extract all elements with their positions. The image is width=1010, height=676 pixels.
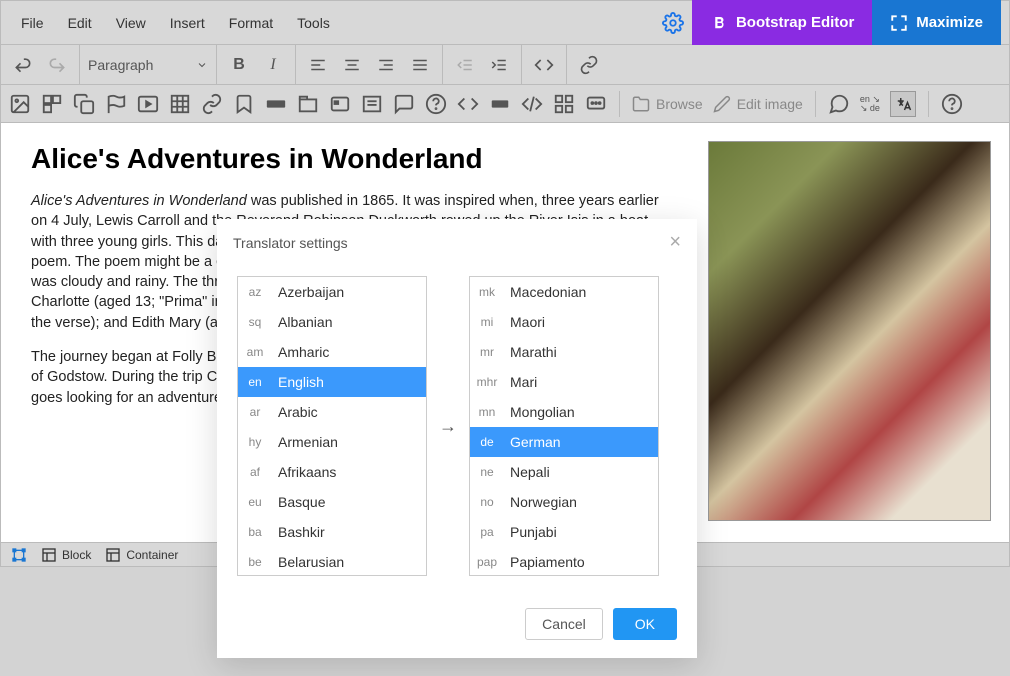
bookmark-icon[interactable] bbox=[233, 93, 255, 115]
lang-option-mk[interactable]: mkMacedonian bbox=[470, 277, 658, 307]
bold-button[interactable]: B bbox=[225, 51, 253, 79]
tabs-icon[interactable] bbox=[297, 93, 319, 115]
status-container[interactable]: Container bbox=[105, 547, 178, 563]
lang-option-am[interactable]: amAmharic bbox=[238, 337, 426, 367]
bootstrap-icon bbox=[710, 14, 728, 32]
menu-file[interactable]: File bbox=[9, 9, 56, 37]
status-block[interactable]: Block bbox=[41, 547, 91, 563]
translator-modal: Translator settings × azAzerbaijansqAlba… bbox=[217, 219, 697, 658]
lang-option-no[interactable]: noNorwegian bbox=[470, 487, 658, 517]
content-image[interactable] bbox=[708, 141, 991, 521]
folder-icon bbox=[632, 95, 650, 113]
lang-option-af[interactable]: afAfrikaans bbox=[238, 457, 426, 487]
italic-button[interactable]: I bbox=[259, 51, 287, 79]
comment-icon[interactable] bbox=[393, 93, 415, 115]
link-button[interactable] bbox=[575, 51, 603, 79]
gear-icon[interactable] bbox=[662, 12, 684, 34]
toolbar-primary: Paragraph B I bbox=[0, 45, 1010, 85]
undo-button[interactable] bbox=[9, 51, 37, 79]
translator-toggle[interactable] bbox=[890, 91, 916, 117]
modal-title: Translator settings bbox=[233, 235, 348, 251]
container-icon bbox=[105, 547, 121, 563]
menu-format[interactable]: Format bbox=[217, 9, 285, 37]
menu-insert[interactable]: Insert bbox=[158, 9, 217, 37]
button-icon[interactable] bbox=[265, 93, 287, 115]
lang-option-eu[interactable]: euBasque bbox=[238, 487, 426, 517]
table-icon[interactable] bbox=[169, 93, 191, 115]
html-icon[interactable] bbox=[521, 93, 543, 115]
block-format-select[interactable]: Paragraph bbox=[88, 57, 208, 73]
modal-close-button[interactable]: × bbox=[669, 231, 681, 254]
translate-icon bbox=[894, 95, 912, 113]
align-left-button[interactable] bbox=[304, 51, 332, 79]
grid-icon[interactable] bbox=[553, 93, 575, 115]
browse-button[interactable]: Browse bbox=[632, 95, 703, 113]
target-language-list[interactable]: mkMacedonianmiMaorimrMarathimhrMarimnMon… bbox=[469, 276, 659, 576]
chat-icon[interactable] bbox=[828, 93, 850, 115]
align-justify-button[interactable] bbox=[406, 51, 434, 79]
align-right-button[interactable] bbox=[372, 51, 400, 79]
selection-icon[interactable] bbox=[11, 547, 27, 563]
duplicate-icon[interactable] bbox=[73, 93, 95, 115]
embed-icon[interactable] bbox=[457, 93, 479, 115]
menu-tools[interactable]: Tools bbox=[285, 9, 342, 37]
block-format-label: Paragraph bbox=[88, 57, 153, 73]
image-icon[interactable] bbox=[9, 93, 31, 115]
lang-option-de[interactable]: deGerman bbox=[470, 427, 658, 457]
lang-option-mi[interactable]: miMaori bbox=[470, 307, 658, 337]
lang-option-hy[interactable]: hyArmenian bbox=[238, 427, 426, 457]
maximize-label: Maximize bbox=[916, 14, 983, 31]
lang-option-az[interactable]: azAzerbaijan bbox=[238, 277, 426, 307]
redo-button[interactable] bbox=[43, 51, 71, 79]
arrow-icon: → bbox=[439, 416, 457, 437]
source-code-button[interactable] bbox=[530, 51, 558, 79]
lang-option-pa[interactable]: paPunjabi bbox=[470, 517, 658, 547]
chevron-down-icon bbox=[196, 59, 208, 71]
play-icon[interactable] bbox=[137, 93, 159, 115]
maximize-icon bbox=[890, 14, 908, 32]
badge-icon[interactable] bbox=[329, 93, 351, 115]
lang-option-mr[interactable]: mrMarathi bbox=[470, 337, 658, 367]
align-center-button[interactable] bbox=[338, 51, 366, 79]
maximize-button[interactable]: Maximize bbox=[872, 0, 1001, 45]
message-icon[interactable] bbox=[585, 93, 607, 115]
lang-option-ar[interactable]: arArabic bbox=[238, 397, 426, 427]
edit-icon bbox=[713, 95, 731, 113]
chain-icon[interactable] bbox=[201, 93, 223, 115]
cancel-button[interactable]: Cancel bbox=[525, 608, 603, 640]
source-language-list[interactable]: azAzerbaijansqAlbanianamAmharicenEnglish… bbox=[237, 276, 427, 576]
toolbar-secondary: Browse Edit image en ↘ ↘ de bbox=[0, 85, 1010, 123]
lang-option-ne[interactable]: neNepali bbox=[470, 457, 658, 487]
flag-icon[interactable] bbox=[105, 93, 127, 115]
ok-button[interactable]: OK bbox=[613, 608, 677, 640]
gallery-icon[interactable] bbox=[41, 93, 63, 115]
indent-button[interactable] bbox=[485, 51, 513, 79]
edit-image-button[interactable]: Edit image bbox=[713, 95, 803, 113]
lang-option-be[interactable]: beBelarusian bbox=[238, 547, 426, 576]
lang-indicator: en ↘ ↘ de bbox=[860, 95, 880, 113]
menu-view[interactable]: View bbox=[104, 9, 158, 37]
lang-option-sq[interactable]: sqAlbanian bbox=[238, 307, 426, 337]
lang-option-en[interactable]: enEnglish bbox=[238, 367, 426, 397]
about-icon[interactable] bbox=[941, 93, 963, 115]
menubar: File Edit View Insert Format Tools Boots… bbox=[0, 0, 1010, 45]
outdent-button[interactable] bbox=[451, 51, 479, 79]
lang-option-mn[interactable]: mnMongolian bbox=[470, 397, 658, 427]
widget-icon[interactable] bbox=[489, 93, 511, 115]
lang-option-mhr[interactable]: mhrMari bbox=[470, 367, 658, 397]
bootstrap-editor-button[interactable]: Bootstrap Editor bbox=[692, 0, 872, 45]
menu-edit[interactable]: Edit bbox=[56, 9, 104, 37]
help-icon[interactable] bbox=[425, 93, 447, 115]
block-icon bbox=[41, 547, 57, 563]
bootstrap-label: Bootstrap Editor bbox=[736, 14, 854, 31]
list-icon[interactable] bbox=[361, 93, 383, 115]
lang-option-pap[interactable]: papPapiamento bbox=[470, 547, 658, 576]
lang-option-ba[interactable]: baBashkir bbox=[238, 517, 426, 547]
